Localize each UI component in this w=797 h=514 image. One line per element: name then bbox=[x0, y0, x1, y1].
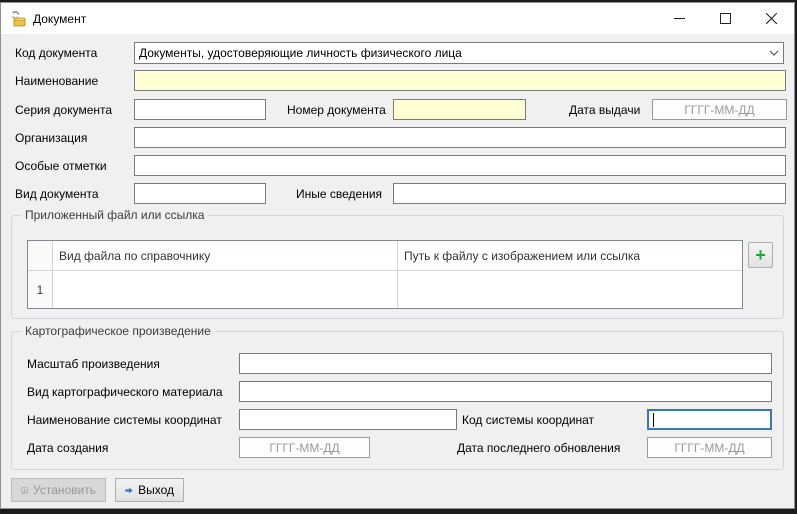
organization-input[interactable] bbox=[134, 127, 786, 148]
doc-type-input[interactable] bbox=[134, 183, 266, 204]
creation-date-input[interactable] bbox=[239, 437, 370, 458]
last-update-date-label: Дата последнего обновления bbox=[457, 441, 620, 455]
other-info-label: Иные сведения bbox=[296, 187, 382, 201]
special-marks-input[interactable] bbox=[134, 155, 786, 176]
special-marks-label: Особые отметки bbox=[15, 159, 107, 173]
arrow-right-icon bbox=[125, 485, 133, 496]
coord-system-code-label: Код системы координат bbox=[462, 413, 594, 427]
doc-type-label: Вид документа bbox=[15, 187, 99, 201]
material-type-input[interactable] bbox=[239, 381, 772, 402]
rownum-header-cell bbox=[28, 241, 53, 270]
file-type-column-header: Вид файла по справочнику bbox=[53, 241, 398, 270]
exit-button[interactable]: Выход bbox=[115, 478, 184, 502]
coord-system-code-input[interactable] bbox=[647, 409, 772, 430]
install-button-label: Установить bbox=[33, 483, 96, 497]
series-label: Серия документа bbox=[15, 103, 112, 117]
table-header-row: Вид файла по справочнику Путь к файлу с … bbox=[28, 241, 742, 271]
attached-file-group: Приложенный файл или ссылка Вид файла по… bbox=[11, 215, 784, 319]
window-title: Документ bbox=[33, 12, 86, 26]
scale-input[interactable] bbox=[239, 353, 772, 374]
window-controls bbox=[656, 3, 794, 34]
file-type-cell[interactable] bbox=[53, 271, 398, 308]
add-file-button[interactable]: + bbox=[748, 242, 773, 268]
doc-code-select[interactable]: Документы, удостоверяющие личность физич… bbox=[134, 42, 784, 64]
name-label: Наименование bbox=[15, 74, 98, 88]
other-info-input[interactable] bbox=[393, 183, 786, 204]
doc-code-value: Документы, удостоверяющие личность физич… bbox=[139, 46, 763, 60]
chevron-down-icon bbox=[763, 50, 779, 56]
row-number-cell: 1 bbox=[28, 271, 53, 308]
coord-system-name-label: Наименование системы координат bbox=[27, 413, 222, 427]
app-icon bbox=[10, 11, 26, 27]
file-path-cell[interactable] bbox=[398, 271, 742, 308]
cartographic-group-title: Картографическое произведение bbox=[21, 324, 215, 338]
doc-code-label: Код документа bbox=[15, 46, 97, 60]
name-input[interactable] bbox=[134, 70, 786, 91]
coord-system-name-input[interactable] bbox=[239, 409, 457, 430]
install-button[interactable]: Установить bbox=[11, 478, 106, 502]
last-update-date-input[interactable] bbox=[647, 437, 772, 458]
creation-date-label: Дата создания bbox=[27, 441, 108, 455]
maximize-button[interactable] bbox=[702, 3, 748, 34]
number-label: Номер документа bbox=[287, 103, 386, 117]
organization-label: Организация bbox=[15, 131, 87, 145]
close-button[interactable] bbox=[748, 3, 794, 34]
install-icon bbox=[21, 484, 28, 497]
minimize-button[interactable] bbox=[656, 3, 702, 34]
issue-date-label: Дата выдачи bbox=[569, 103, 640, 117]
exit-button-label: Выход bbox=[138, 483, 174, 497]
text-caret bbox=[653, 413, 654, 427]
attached-file-group-title: Приложенный файл или ссылка bbox=[21, 208, 208, 222]
file-path-column-header: Путь к файлу с изображением или ссылка bbox=[398, 241, 742, 270]
attached-file-table[interactable]: Вид файла по справочнику Путь к файлу с … bbox=[27, 240, 743, 309]
cartographic-group: Картографическое произведение Масштаб пр… bbox=[11, 331, 784, 470]
issue-date-input[interactable] bbox=[652, 99, 787, 120]
titlebar: Документ bbox=[1, 3, 794, 34]
number-input[interactable] bbox=[393, 99, 526, 120]
table-row[interactable]: 1 bbox=[28, 271, 742, 308]
material-type-label: Вид картографического материала bbox=[27, 385, 223, 399]
document-dialog: Документ Код документа Документы, удосто… bbox=[0, 2, 795, 509]
plus-icon: + bbox=[755, 246, 766, 264]
series-input[interactable] bbox=[134, 99, 266, 120]
scale-label: Масштаб произведения bbox=[27, 357, 160, 371]
